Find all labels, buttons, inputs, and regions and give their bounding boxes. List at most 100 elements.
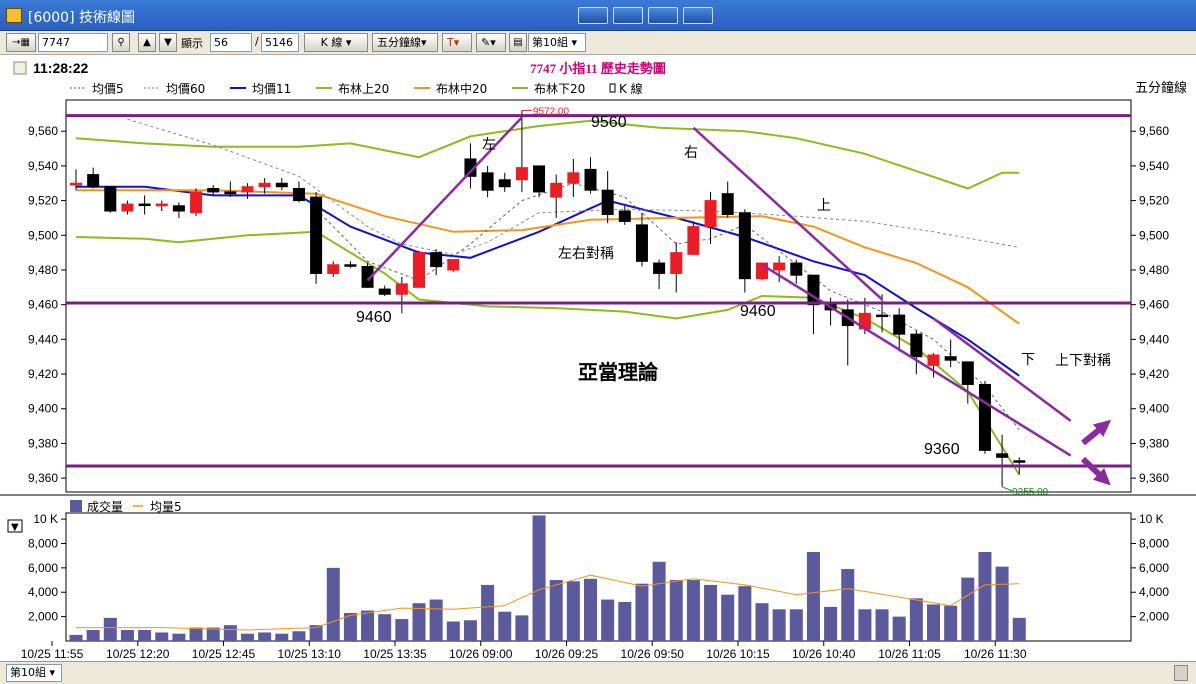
candle-body (584, 168, 597, 191)
group-dropdown[interactable]: 第10組 ▾ (528, 33, 586, 52)
annotation-text: 左右對稱 (558, 246, 614, 262)
time-tick-label: 10/25 13:10 (278, 647, 342, 661)
volume-bar (858, 609, 872, 641)
time-tick-label: 10/26 09:50 (621, 647, 685, 661)
time-tick-label: 10/26 11:05 (878, 647, 941, 661)
volume-bar (395, 619, 409, 641)
period-label: 五分鐘線 (377, 36, 421, 49)
volume-bar (755, 603, 769, 641)
volume-bar (241, 633, 254, 641)
volume-bar (189, 627, 203, 641)
window-title: [6000] 技術線圖 (28, 10, 136, 26)
volume-bar (789, 609, 803, 641)
candle-body (961, 361, 974, 385)
header-time: 11:28:22 (33, 60, 88, 76)
candle-body (498, 179, 511, 188)
candle-body (190, 191, 203, 214)
volume-bar (584, 578, 597, 641)
candle-body (704, 200, 717, 228)
help-icon[interactable] (683, 7, 713, 24)
time-tick-label: 10/26 09:25 (535, 647, 599, 661)
price-tick-label-left: 9,480 (28, 263, 58, 277)
volume-tick-label-right: 6,000 (1139, 561, 1169, 575)
price-tick-label-right: 9,500 (1139, 228, 1169, 242)
volume-tick-label-right: 10 K (1139, 512, 1164, 526)
candle-body (172, 205, 185, 212)
volume-bar (686, 580, 700, 641)
candle-body (978, 383, 991, 451)
candle-body (687, 226, 700, 255)
symbol-input[interactable]: 7747 (38, 33, 108, 52)
legend-label: 布林中20 (436, 81, 487, 96)
level-label: 9360 (924, 441, 960, 458)
zoom-icon[interactable]: ⚲ (112, 33, 130, 52)
volume-bar (86, 630, 100, 641)
price-tick-label-left: 9,460 (28, 298, 58, 312)
candle-body (944, 356, 957, 361)
price-tick-label-right: 9,480 (1139, 263, 1169, 277)
volume-bar (909, 598, 923, 641)
volume-bar (824, 606, 838, 641)
candle-body (395, 283, 408, 295)
volume-bar (532, 515, 546, 641)
volume-tick-label-left: 6,000 (28, 561, 58, 575)
candle-body (601, 189, 614, 215)
candle-body (121, 203, 134, 212)
time-tick-label: 10/26 10:15 (706, 647, 770, 661)
window-icon[interactable] (613, 7, 643, 24)
candle-body (876, 314, 889, 318)
chart-type-label: K 線 (320, 36, 343, 49)
period-dropdown[interactable]: 五分鐘線▾ (372, 33, 438, 52)
annotation-text: 亞當理論 (578, 360, 659, 384)
candle-body (927, 354, 940, 366)
footer-group-dropdown[interactable]: 第10組 ▾ (6, 664, 62, 682)
candle-body (721, 193, 734, 215)
volume-bar (927, 604, 940, 641)
display-count-input[interactable]: 56 (210, 33, 252, 52)
candle-body (996, 453, 1009, 458)
layout-icon[interactable] (578, 7, 608, 24)
pen-tool-button[interactable]: ✎▾ (476, 33, 506, 52)
text-tool-button[interactable]: T▾ (442, 33, 472, 52)
scroll-button[interactable] (1174, 665, 1188, 681)
up-arrow-button[interactable]: ▲ (138, 33, 156, 52)
candle-body (138, 203, 151, 207)
candle-body (292, 187, 305, 202)
period-label-right: 五分鐘線 (1135, 80, 1187, 95)
volume-bar (892, 616, 906, 641)
volume-legend-label: 均量5 (150, 500, 182, 514)
volume-legend-label: 成交量 (87, 499, 123, 514)
price-tick-label-right: 9,440 (1139, 332, 1169, 346)
settings-icon[interactable]: ▤ (509, 33, 527, 52)
footer-bar: 第10組 ▾ (0, 661, 1196, 684)
volume-bar (326, 567, 340, 641)
legend-label: K 線 (619, 81, 643, 96)
down-arrow-button[interactable]: ▼ (159, 33, 177, 52)
candle-body (618, 210, 631, 222)
candle-body (413, 252, 425, 288)
candle-body (275, 182, 288, 188)
candle-body (653, 262, 666, 274)
time-tick-label: 10/25 11:55 (21, 647, 84, 661)
candle-body (87, 174, 100, 188)
volume-bar (292, 631, 306, 641)
time-tick-label: 10/26 11:30 (964, 647, 1027, 661)
volume-bar (463, 620, 477, 641)
candle-body (378, 288, 391, 295)
volume-tick-label-left: 8,000 (28, 536, 58, 550)
total-count-field: 5146 (261, 33, 299, 52)
chart-type-dropdown[interactable]: K 線 ▾ (304, 33, 368, 52)
price-tick-label-right: 9,400 (1139, 402, 1169, 416)
volume-tick-label-left: 10 K (33, 512, 58, 526)
volume-bar (704, 584, 718, 641)
volume-bar (275, 633, 289, 641)
volume-tick-label-left: 2,000 (28, 610, 58, 624)
time-tick-label: 10/26 09:00 (449, 647, 513, 661)
clock-icon (13, 61, 27, 75)
title-bar: [6000] 技術線圖 (0, 0, 1196, 31)
volume-bar (669, 580, 683, 641)
print-icon[interactable] (648, 7, 678, 24)
price-tick-label-left: 9,400 (28, 402, 58, 416)
link-icon[interactable]: →▦ (6, 33, 36, 52)
volume-tick-label-right: 2,000 (1139, 610, 1169, 624)
